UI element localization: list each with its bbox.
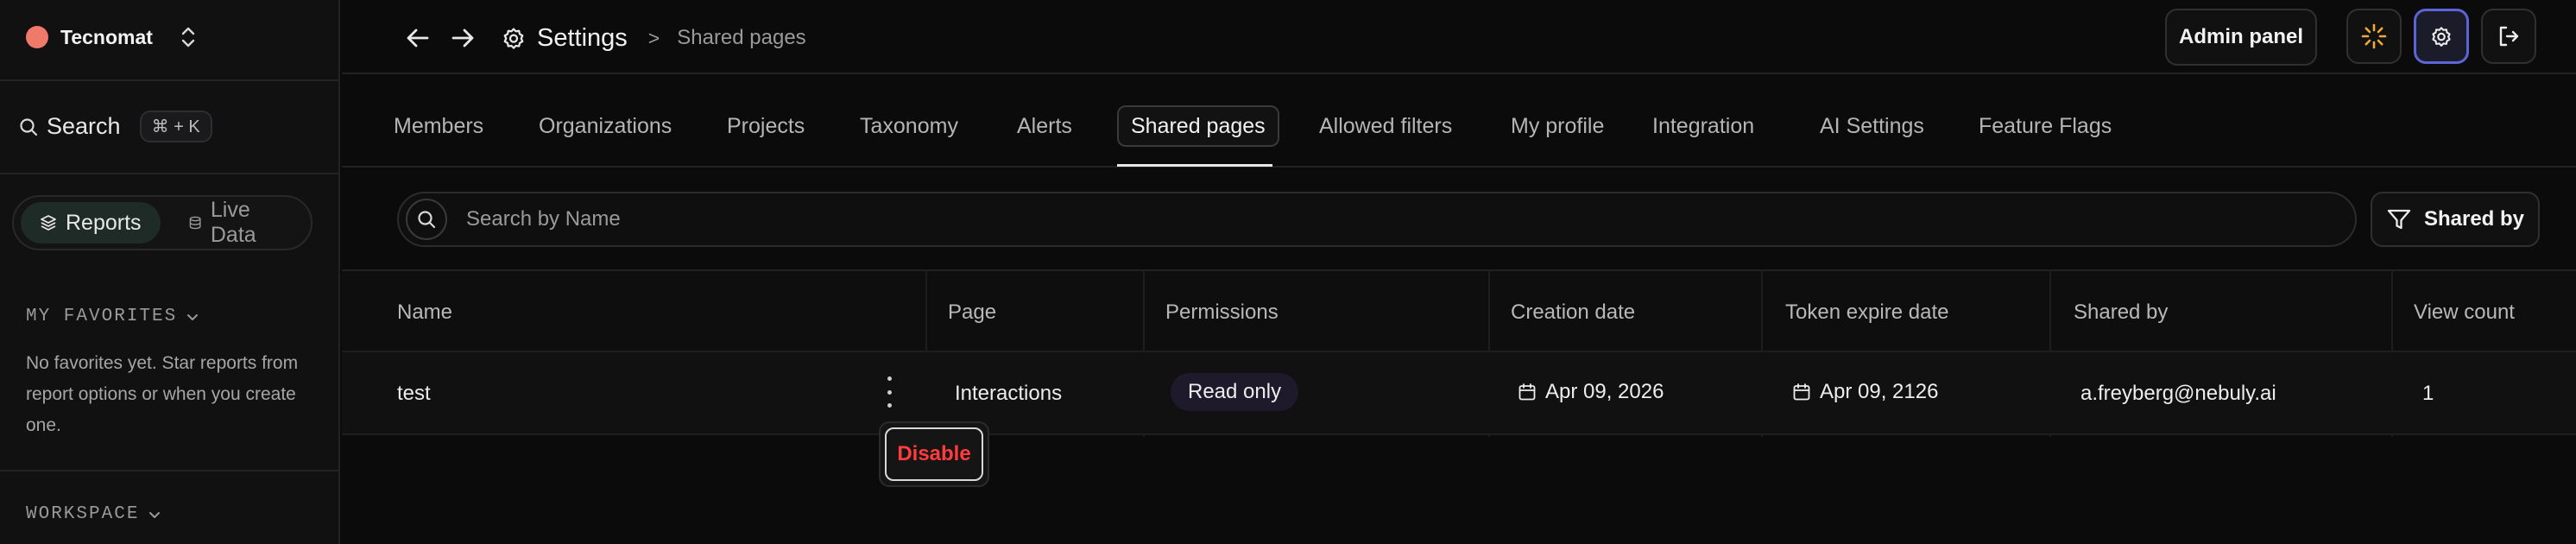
column-header-token-expire-date: Token expire date xyxy=(1785,300,1949,324)
workspace-section-toggle[interactable]: WORKSPACE xyxy=(26,504,161,524)
settings-button[interactable] xyxy=(2414,9,2469,64)
cell-token-expire-date: Apr 09, 2126 xyxy=(1792,380,1938,404)
admin-panel-button[interactable]: Admin panel xyxy=(2165,9,2317,66)
workspace-title: WORKSPACE xyxy=(26,504,140,524)
tab-allowed-filters[interactable]: Allowed filters xyxy=(1307,105,1464,147)
search-icon xyxy=(418,211,436,229)
chevron-up-down-icon xyxy=(181,27,195,47)
loader-icon xyxy=(2361,23,2387,49)
logout-icon xyxy=(2499,26,2519,47)
toggle-live-data[interactable]: Live Data xyxy=(169,198,304,247)
cell-view-count: 1 xyxy=(2422,382,2434,405)
filter-icon xyxy=(2387,209,2411,230)
tab-integration[interactable]: Integration xyxy=(1640,105,1766,147)
sidebar-divider xyxy=(0,79,340,81)
column-header-page: Page xyxy=(948,300,997,324)
calendar-icon xyxy=(1793,383,1810,401)
tab-my-profile[interactable]: My profile xyxy=(1499,105,1616,147)
calendar-icon xyxy=(1518,383,1536,401)
arrow-left-icon[interactable] xyxy=(404,24,432,52)
disable-button[interactable]: Disable xyxy=(885,427,983,481)
database-icon xyxy=(189,216,201,230)
toggle-reports-label: Reports xyxy=(66,210,142,235)
column-header-shared-by: Shared by xyxy=(2074,300,2169,324)
table-header: Name Page Permissions Creation date Toke… xyxy=(342,269,2576,352)
shared-by-filter-button[interactable]: Shared by xyxy=(2371,192,2540,247)
column-header-creation-date: Creation date xyxy=(1511,300,1636,324)
chevron-down-icon xyxy=(149,511,161,518)
gear-icon xyxy=(503,28,524,49)
toggle-live-data-label: Live Data xyxy=(210,198,256,247)
search-icon xyxy=(20,117,38,136)
toggle-reports[interactable]: Reports xyxy=(21,202,161,244)
org-switcher[interactable]: Tecnomat xyxy=(26,22,198,52)
search-input[interactable] xyxy=(466,207,2279,231)
tab-ai-settings[interactable]: AI Settings xyxy=(1808,105,1936,147)
table-row[interactable]: test Interactions Read only Apr 09, 2026… xyxy=(342,352,2576,435)
org-name: Tecnomat xyxy=(60,25,153,48)
sidebar-search-label: Search xyxy=(47,113,121,139)
favorites-empty-text: No favorites yet. Star reports from repo… xyxy=(26,353,299,435)
sidebar-divider xyxy=(0,470,340,471)
view-toggle: Reports Live Data xyxy=(12,195,313,250)
filter-label: Shared by xyxy=(2423,207,2525,231)
chevron-down-icon xyxy=(187,313,199,320)
tab-organizations[interactable]: Organizations xyxy=(527,105,684,147)
cell-page: Interactions xyxy=(955,382,1063,405)
breadcrumb-separator: > xyxy=(647,26,660,49)
search-bar xyxy=(397,192,2357,247)
breadcrumb-current: Shared pages xyxy=(677,26,806,49)
cell-name: test xyxy=(397,382,431,405)
favorites-section-toggle[interactable]: MY FAVORITES xyxy=(26,307,199,326)
tab-feature-flags[interactable]: Feature Flags xyxy=(1967,105,2124,147)
page-title: Settings xyxy=(537,23,628,52)
permission-badge: Read only xyxy=(1171,373,1299,411)
active-tab-underline xyxy=(1117,164,1272,167)
top-bar: Settings > Shared pages Admin panel xyxy=(342,0,2576,74)
org-avatar xyxy=(26,26,48,48)
arrow-right-icon[interactable] xyxy=(449,24,477,52)
cell-shared-by: a.freyberg@nebuly.ai xyxy=(2080,382,2276,405)
token-expire-date-value: Apr 09, 2126 xyxy=(1820,380,1939,403)
breadcrumb: Settings > Shared pages xyxy=(404,19,806,57)
sidebar-search[interactable]: Search ⌘ + K xyxy=(19,111,212,142)
tab-shared-pages[interactable]: Shared pages xyxy=(1117,105,1279,147)
gear-icon xyxy=(2432,27,2451,47)
layers-icon xyxy=(41,215,56,231)
cell-creation-date: Apr 09, 2026 xyxy=(1518,380,1664,404)
row-action-menu: Disable xyxy=(879,421,989,487)
favorites-title: MY FAVORITES xyxy=(26,307,178,326)
sidebar: Tecnomat Search ⌘ + K Reports Live Data … xyxy=(0,0,340,544)
tab-taxonomy[interactable]: Taxonomy xyxy=(848,105,970,147)
sidebar-divider xyxy=(0,173,340,174)
column-header-view-count: View count xyxy=(2414,300,2515,324)
row-actions-icon[interactable] xyxy=(881,376,898,408)
search-button[interactable] xyxy=(406,199,447,240)
creation-date-value: Apr 09, 2026 xyxy=(1545,380,1664,403)
tab-projects[interactable]: Projects xyxy=(715,105,817,147)
column-header-name: Name xyxy=(397,300,453,324)
logout-button[interactable] xyxy=(2481,9,2536,64)
column-header-permissions: Permissions xyxy=(1165,300,1279,324)
settings-tabs: Members Organizations Projects Taxonomy … xyxy=(342,76,2576,168)
tab-members[interactable]: Members xyxy=(382,105,496,147)
theme-button[interactable] xyxy=(2346,9,2402,64)
search-shortcut: ⌘ + K xyxy=(139,111,212,142)
tab-alerts[interactable]: Alerts xyxy=(1005,105,1084,147)
